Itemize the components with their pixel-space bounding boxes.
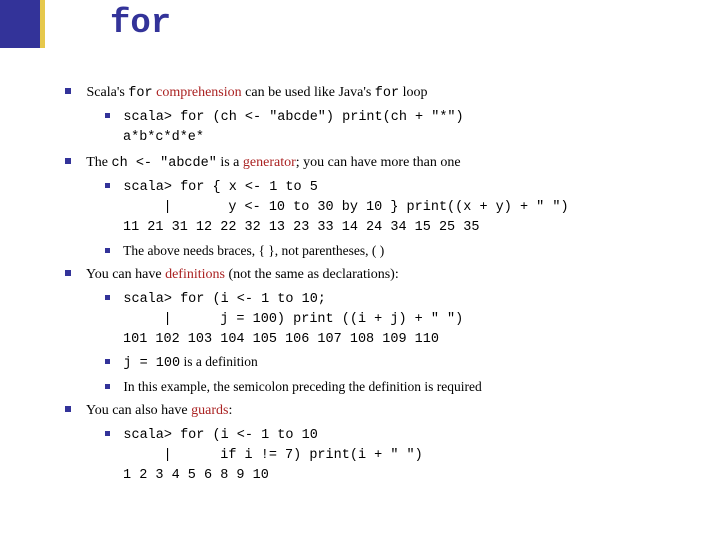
bullet-icon — [105, 248, 110, 253]
title-wrap: for — [50, 0, 171, 48]
term: definitions — [165, 267, 225, 282]
code-inline: for — [128, 86, 152, 101]
bullet-icon — [105, 359, 110, 364]
sub-bullet-code: scala> for (i <- 1 to 10 | if i != 7) pr… — [123, 425, 685, 486]
text: The above needs braces, { }, not parenth… — [123, 243, 384, 258]
bullet-icon — [105, 295, 110, 300]
bullet-icon — [65, 88, 71, 94]
bullet-icon — [105, 113, 110, 118]
bullet-icon — [65, 158, 71, 164]
text: (not the same as declarations): — [225, 267, 399, 282]
text: In this example, the semicolon preceding… — [123, 379, 481, 394]
slide: for Scala's for comprehension can be use… — [0, 0, 720, 540]
term: guards — [191, 403, 228, 418]
code-block: scala> for (ch <- "abcde") print(ch + "*… — [123, 110, 464, 145]
sub-bullet-code: scala> for { x <- 1 to 5 | y <- 10 to 30… — [123, 177, 685, 238]
bullet-icon — [105, 183, 110, 188]
bullet-3: You can have definitions (not the same a… — [85, 266, 685, 285]
text: You can also have — [86, 403, 191, 418]
text: is a — [217, 155, 243, 170]
bullet-4: You can also have guards: — [85, 402, 685, 421]
bullet-icon — [65, 270, 71, 276]
bullet-1: Scala's for comprehension can be used li… — [85, 84, 685, 103]
sub-bullet: The above needs braces, { }, not parenth… — [123, 242, 685, 260]
code-inline: for — [375, 86, 399, 101]
code-block: scala> for (i <- 1 to 10 | if i != 7) pr… — [123, 428, 423, 483]
bullet-icon — [65, 406, 71, 412]
title-accent-stripe — [40, 0, 45, 48]
text: The — [86, 155, 111, 170]
code-block: scala> for (i <- 1 to 10; | j = 100) pri… — [123, 292, 463, 347]
text: : — [228, 403, 232, 418]
title-accent-bar — [0, 0, 40, 48]
bullet-2: The ch <- "abcde" is a generator; you ca… — [85, 154, 685, 173]
text: ; you can have more than one — [296, 155, 461, 170]
text: loop — [399, 85, 427, 100]
sub-bullet: In this example, the semicolon preceding… — [123, 378, 685, 396]
slide-content: Scala's for comprehension can be used li… — [85, 78, 685, 485]
slide-title: for — [110, 5, 171, 43]
sub-bullet: j = 100 is a definition — [123, 353, 685, 373]
text: is a definition — [180, 354, 258, 369]
code-inline: ch <- "abcde" — [112, 156, 217, 171]
code-block: scala> for { x <- 1 to 5 | y <- 10 to 30… — [123, 180, 569, 235]
text: can be used like Java's — [242, 85, 375, 100]
sub-bullet-code: scala> for (ch <- "abcde") print(ch + "*… — [123, 107, 685, 147]
sub-bullet-code: scala> for (i <- 1 to 10; | j = 100) pri… — [123, 289, 685, 350]
text: You can have — [86, 267, 165, 282]
text: Scala's — [87, 85, 129, 100]
bullet-icon — [105, 384, 110, 389]
code-inline: j = 100 — [123, 356, 180, 371]
term: comprehension — [156, 85, 242, 100]
bullet-icon — [105, 431, 110, 436]
term: generator — [243, 155, 296, 170]
